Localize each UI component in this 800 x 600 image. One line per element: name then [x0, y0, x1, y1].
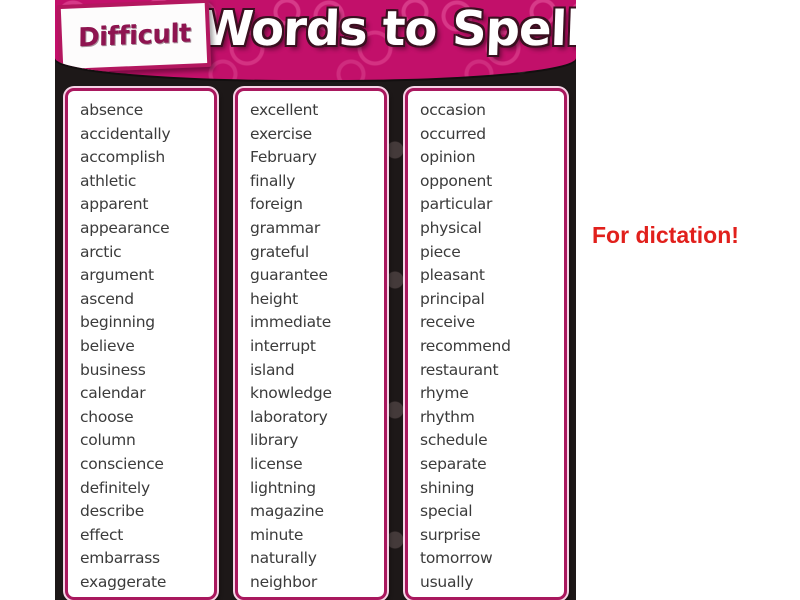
- word-item: accomplish: [80, 148, 165, 167]
- word-item: magazine: [250, 502, 324, 521]
- word-item: conscience: [80, 454, 164, 473]
- word-item: ascend: [80, 289, 134, 308]
- word-item: library: [250, 431, 299, 450]
- word-item: pleasant: [420, 266, 485, 285]
- word-item: beginning: [80, 313, 155, 332]
- word-item: schedule: [420, 431, 488, 450]
- word-item: particular: [420, 195, 493, 214]
- word-item: finally: [250, 171, 296, 190]
- word-item: naturally: [250, 549, 317, 568]
- word-item: knowledge: [250, 384, 332, 403]
- word-item: physical: [420, 218, 482, 237]
- word-item: piece: [420, 242, 461, 261]
- word-item: minute: [250, 525, 304, 544]
- word-item: rhythm: [420, 407, 475, 426]
- word-item: calendar: [80, 384, 146, 403]
- word-item: receive: [420, 313, 475, 332]
- word-item: surprise: [420, 525, 481, 544]
- word-item: restaurant: [420, 360, 499, 379]
- word-item: appearance: [80, 218, 170, 237]
- word-item: height: [250, 289, 298, 308]
- word-item: apparent: [80, 195, 149, 214]
- word-item: laboratory: [250, 407, 328, 426]
- word-item: arctic: [80, 242, 122, 261]
- word-item: grateful: [250, 242, 309, 261]
- word-item: column: [80, 431, 136, 450]
- word-column-3: occasion occurred opinion opponent particula…: [405, 88, 567, 600]
- poster-header-banner: Words to Spell Difficult: [55, 0, 576, 80]
- word-item: interrupt: [250, 336, 316, 355]
- word-item: choose: [80, 407, 134, 426]
- word-item: absence: [80, 101, 144, 119]
- word-item: rhyme: [420, 384, 469, 403]
- word-item: guarantee: [250, 266, 328, 285]
- word-item: grammar: [250, 218, 321, 237]
- word-item: separate: [420, 454, 487, 473]
- word-item: exercise: [250, 124, 312, 143]
- word-item: business: [80, 360, 146, 379]
- word-item: special: [420, 502, 473, 521]
- word-item: describe: [80, 502, 145, 521]
- word-item: principal: [420, 289, 485, 308]
- word-item: embarrass: [80, 549, 160, 568]
- slide-canvas: Words to Spell Difficult absence accident…: [0, 0, 800, 600]
- dictation-annotation: For dictation!: [592, 222, 739, 248]
- word-column-1: absence accidentally accomplish athletic app…: [65, 88, 217, 600]
- difficult-label-text: Difficult: [77, 18, 191, 54]
- word-item: believe: [80, 336, 135, 355]
- word-item: effect: [80, 525, 124, 544]
- word-item: immediate: [250, 313, 332, 332]
- word-item: excellent: [250, 101, 319, 119]
- word-item: usually: [420, 572, 474, 591]
- word-item: accidentally: [80, 124, 171, 143]
- word-item: argument: [80, 266, 154, 285]
- word-item: athletic: [80, 171, 137, 190]
- word-item: island: [250, 360, 295, 379]
- word-item: foreign: [250, 195, 303, 214]
- word-item: opinion: [420, 148, 476, 167]
- word-item: recommend: [420, 336, 511, 355]
- word-item: shining: [420, 478, 475, 497]
- word-item: definitely: [80, 478, 150, 497]
- word-item: occasion: [420, 101, 486, 119]
- word-item: February: [250, 148, 317, 167]
- word-item: license: [250, 454, 303, 473]
- word-column-2: excellent exercise February finally foreign g…: [235, 88, 387, 600]
- poster-title: Words to Spell: [200, 1, 576, 57]
- spelling-poster: Words to Spell Difficult absence accident…: [55, 0, 576, 600]
- word-item: neighbor: [250, 572, 318, 591]
- difficult-label-tag: Difficult: [56, 0, 212, 74]
- word-columns: absence accidentally accomplish athletic app…: [55, 88, 576, 600]
- word-item: tomorrow: [420, 549, 493, 568]
- word-item: exaggerate: [80, 572, 167, 591]
- word-item: opponent: [420, 171, 492, 190]
- word-item: lightning: [250, 478, 316, 497]
- word-item: occurred: [420, 124, 486, 143]
